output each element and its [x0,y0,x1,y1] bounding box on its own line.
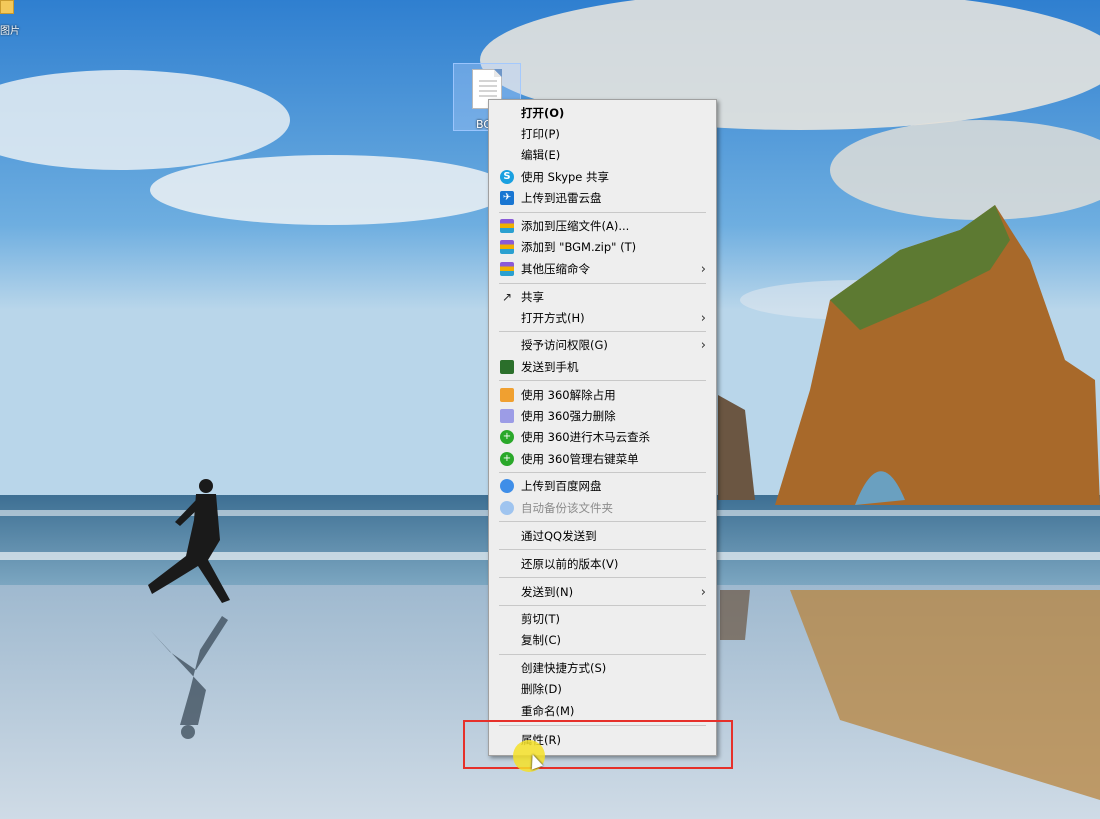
menu-item-label: 打开方式(H) [521,311,585,325]
menu-item-10[interactable]: 打开方式(H) › [491,308,714,329]
menu-item-label: 共享 [521,290,544,304]
menu-item-label: 自动备份该文件夹 [521,501,613,515]
winrar-icon [500,219,514,233]
menu-item-20[interactable]: 还原以前的版本(V) [491,554,714,575]
baidu-icon [500,501,514,515]
menu-item-8[interactable]: 其他压缩命令 › [491,259,714,280]
menu-item-24[interactable]: 创建快捷方式(S) [491,658,714,679]
menu-separator [499,472,706,473]
menu-item-label: 编辑(E) [521,148,561,162]
folder-icon [0,0,14,14]
menu-separator [499,212,706,213]
menu-item-11[interactable]: 授予访问权限(G) › [491,335,714,356]
winrar-icon [500,262,514,276]
360-unlock-icon [500,388,514,402]
360-scan-icon: + [500,430,514,444]
360-delete-icon [500,409,514,423]
menu-item-label: 添加到压缩文件(A)... [521,219,630,233]
menu-item-label: 上传到百度网盘 [521,479,602,493]
menu-item-label: 授予访问权限(G) [521,338,608,352]
chevron-right-icon: › [700,311,706,326]
menu-item-label: 使用 360强力删除 [521,409,616,423]
menu-item-17[interactable]: 上传到百度网盘 [491,476,714,497]
menu-item-22[interactable]: 剪切(T) [491,609,714,630]
context-menu: 打开(O) 打印(P) 编辑(E) S 使用 Skype 共享 ✈ 上传到迅雷云盘添加到压缩… [488,99,717,756]
menu-item-label: 使用 360解除占用 [521,388,616,402]
menu-item-12[interactable]: 发送到手机 [491,357,714,378]
chevron-right-icon: › [700,338,706,353]
menu-item-label: 创建快捷方式(S) [521,661,607,675]
menu-item-14[interactable]: 使用 360强力删除 [491,406,714,427]
menu-item-5[interactable]: ✈ 上传到迅雷云盘 [491,188,714,209]
menu-item-label: 通过QQ发送到 [521,529,597,543]
menu-item-15[interactable]: + 使用 360进行木马云查杀 [491,427,714,448]
menu-item-label: 使用 Skype 共享 [521,170,610,184]
menu-separator [499,380,706,381]
menu-separator [499,331,706,332]
menu-item-3[interactable]: 编辑(E) [491,145,714,166]
red-highlight-box [463,720,733,769]
menu-item-18[interactable]: 自动备份该文件夹 [491,498,714,519]
menu-item-23[interactable]: 复制(C) [491,630,714,651]
share-icon: ↗ [501,290,513,304]
menu-item-label: 打开(O) [521,106,565,120]
menu-separator [499,549,706,550]
skype-icon: S [500,170,514,184]
menu-item-13[interactable]: 使用 360解除占用 [491,385,714,406]
menu-item-label: 使用 360管理右键菜单 [521,452,639,466]
menu-item-25[interactable]: 删除(D) [491,679,714,700]
menu-separator [499,605,706,606]
menu-separator [499,577,706,578]
phone-icon [500,360,514,374]
menu-item-2[interactable]: 打印(P) [491,124,714,145]
menu-item-label: 上传到迅雷云盘 [521,191,602,205]
menu-item-6[interactable]: 添加到压缩文件(A)... [491,216,714,237]
winrar-icon [500,240,514,254]
desktop-icon-label: 图片 [0,26,20,37]
desktop-icon-pictures[interactable]: 图片 [0,0,20,40]
menu-item-4[interactable]: S 使用 Skype 共享 [491,167,714,188]
menu-item-1[interactable]: 打开(O) [491,103,714,124]
menu-item-label: 还原以前的版本(V) [521,557,619,571]
menu-item-label: 发送到(N) [521,585,574,599]
menu-separator [499,283,706,284]
xunlei-icon: ✈ [500,191,514,205]
menu-item-7[interactable]: 添加到 "BGM.zip" (T) [491,237,714,258]
menu-item-label: 添加到 "BGM.zip" (T) [521,240,637,254]
menu-item-label: 删除(D) [521,682,562,696]
menu-separator [499,521,706,522]
menu-item-label: 其他压缩命令 [521,262,590,276]
menu-item-label: 使用 360进行木马云查杀 [521,430,651,444]
360-manage-icon: + [500,452,514,466]
chevron-right-icon: › [700,585,706,600]
menu-item-19[interactable]: 通过QQ发送到 [491,526,714,547]
menu-item-label: 剪切(T) [521,612,560,626]
menu-item-26[interactable]: 重命名(M) [491,701,714,722]
menu-separator [499,654,706,655]
menu-item-16[interactable]: + 使用 360管理右键菜单 [491,449,714,470]
menu-item-label: 重命名(M) [521,704,575,718]
menu-item-label: 发送到手机 [521,360,579,374]
menu-item-label: 打印(P) [521,127,560,141]
menu-item-21[interactable]: 发送到(N) › [491,582,714,603]
baidu-icon [500,479,514,493]
menu-item-label: 复制(C) [521,633,562,647]
chevron-right-icon: › [700,262,706,277]
menu-item-9[interactable]: ↗ 共享 [491,287,714,308]
